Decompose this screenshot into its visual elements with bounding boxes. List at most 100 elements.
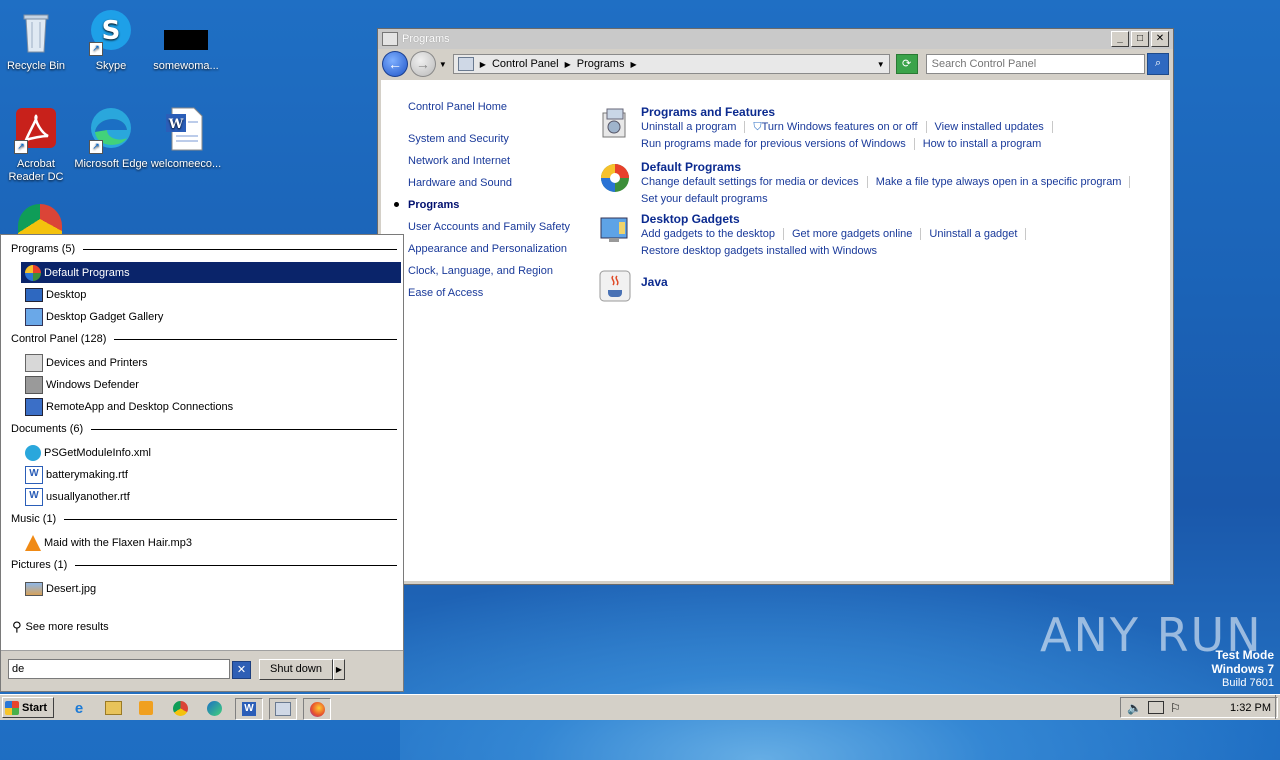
desktop-icon-acrobat[interactable]: ↗ Acrobat Reader DC <box>0 106 74 184</box>
nav-system-security[interactable]: System and Security <box>408 132 588 154</box>
shutdown-button[interactable]: Shut down <box>259 659 333 680</box>
result-maid-flaxen-hair[interactable]: Maid with the Flaxen Hair.mp3 <box>21 532 401 553</box>
section-control-panel: Control Panel (128) <box>11 333 397 345</box>
category-title[interactable]: Desktop Gadgets <box>641 212 1034 226</box>
nav-user-accounts[interactable]: User Accounts and Family Safety <box>408 220 588 242</box>
link-uninstall-gadget[interactable]: Uninstall a gadget <box>929 228 1027 240</box>
result-gadget-gallery[interactable]: Desktop Gadget Gallery <box>21 306 401 327</box>
section-documents: Documents (6) <box>11 423 397 435</box>
shortcut-arrow-icon: ↗ <box>89 140 103 154</box>
shutdown-options-icon[interactable]: ▶ <box>333 659 345 680</box>
nav-ease-of-access[interactable]: Ease of Access <box>408 286 588 308</box>
category-desktop-gadgets: Desktop Gadgets Add gadgets to the deskt… <box>599 212 1034 260</box>
result-desktop[interactable]: Desktop <box>21 284 401 305</box>
address-dropdown-icon[interactable]: ▼ <box>877 60 885 69</box>
link-restore-gadgets[interactable]: Restore desktop gadgets installed with W… <box>641 245 885 257</box>
link-set-defaults[interactable]: Set your default programs <box>641 193 776 205</box>
chevron-right-icon[interactable]: ▶ <box>630 60 636 69</box>
desktop-icon-label: Recycle Bin <box>6 60 66 72</box>
nav-control-panel-home[interactable]: Control Panel Home <box>408 100 588 122</box>
printer-icon <box>25 353 43 372</box>
explorer-folder-icon[interactable] <box>100 698 126 718</box>
desktop-icon-skype[interactable]: S ↗ Skype <box>73 8 149 73</box>
result-remoteapp[interactable]: RemoteApp and Desktop Connections <box>21 396 401 417</box>
result-batterymaking[interactable]: W batterymaking.rtf <box>21 464 401 485</box>
maximize-button[interactable]: □ <box>1131 31 1149 47</box>
forward-button[interactable]: → <box>409 51 436 77</box>
result-label: Desert.jpg <box>46 582 97 595</box>
link-how-to-install[interactable]: How to install a program <box>923 138 1050 150</box>
link-file-type[interactable]: Make a file type always open in a specif… <box>875 176 1131 188</box>
nav-network-internet[interactable]: Network and Internet <box>408 154 588 176</box>
desktop-icon-edge[interactable]: ↗ Microsoft Edge <box>73 106 149 171</box>
link-run-older-programs[interactable]: Run programs made for previous versions … <box>641 138 915 150</box>
desktop-icon-recycle-bin[interactable]: Recycle Bin <box>0 8 74 73</box>
close-button[interactable]: ✕ <box>1151 31 1169 47</box>
media-player-icon[interactable] <box>133 698 159 718</box>
section-title: Control Panel (128) <box>11 333 107 345</box>
show-desktop-button[interactable] <box>1275 695 1280 719</box>
see-more-results[interactable]: ⚲ See more results <box>12 619 109 635</box>
java-icon <box>599 270 631 302</box>
start-search-input[interactable] <box>8 659 230 679</box>
result-usuallyanother[interactable]: W usuallyanother.rtf <box>21 486 401 507</box>
edge-icon[interactable] <box>201 698 227 718</box>
link-add-gadgets[interactable]: Add gadgets to the desktop <box>641 228 784 240</box>
test-mode-notice: Test Mode Windows 7 Build 7601 <box>1211 648 1274 690</box>
word-taskbar-icon[interactable]: W <box>235 698 263 720</box>
result-windows-defender[interactable]: Windows Defender <box>21 374 401 395</box>
network-icon[interactable] <box>1147 701 1164 714</box>
category-title[interactable]: Programs and Features <box>641 105 1061 119</box>
desktop-icon-label: Acrobat Reader DC <box>8 158 64 183</box>
nav-programs[interactable]: Programs <box>394 198 588 220</box>
word-doc-icon: W <box>25 487 43 506</box>
chrome-icon-partial[interactable] <box>18 204 62 234</box>
nav-hardware-sound[interactable]: Hardware and Sound <box>408 176 588 198</box>
link-view-updates[interactable]: View installed updates <box>934 121 1053 133</box>
ie-icon[interactable]: e <box>66 698 92 718</box>
control-panel-taskbar-icon[interactable] <box>269 698 297 720</box>
section-programs: Programs (5) <box>11 243 397 255</box>
link-more-gadgets[interactable]: Get more gadgets online <box>791 228 922 240</box>
result-desert-jpg[interactable]: Desert.jpg <box>21 578 401 599</box>
back-button[interactable]: ← <box>382 51 408 77</box>
address-bar[interactable]: ▶ Control Panel ▶ Programs ▶ ▼ <box>452 54 890 74</box>
chevron-right-icon[interactable]: ▶ <box>565 60 571 69</box>
start-button[interactable]: Start <box>2 697 54 718</box>
default-programs-icon <box>599 162 631 194</box>
word-doc-icon: W <box>162 106 210 154</box>
category-title[interactable]: Default Programs <box>641 160 1138 174</box>
search-icon: ⚲ <box>12 619 22 634</box>
refresh-button[interactable]: ⟳ <box>895 54 918 74</box>
shield-icon: ⛉ <box>753 121 762 133</box>
link-turn-features[interactable]: Turn Windows features on or off <box>761 121 927 133</box>
title-bar[interactable]: Programs _ □ ✕ <box>378 29 1173 49</box>
desktop-icon-welcome-doc[interactable]: W welcomeeco... <box>148 106 224 171</box>
volume-icon[interactable]: 🔈 <box>1127 701 1142 715</box>
firefox-icon[interactable] <box>303 698 331 720</box>
link-change-defaults[interactable]: Change default settings for media or dev… <box>641 176 868 188</box>
category-title[interactable]: Java <box>641 275 668 289</box>
nav-clock-language[interactable]: Clock, Language, and Region <box>408 264 588 286</box>
chevron-right-icon[interactable]: ▶ <box>480 60 486 69</box>
result-psgetmoduleinfo[interactable]: PSGetModuleInfo.xml <box>21 442 401 463</box>
desktop-icon <box>25 287 43 302</box>
recent-pages-dropdown-icon[interactable]: ▼ <box>439 60 447 69</box>
minimize-button[interactable]: _ <box>1111 31 1129 47</box>
result-default-programs[interactable]: Default Programs <box>21 262 401 283</box>
breadcrumb-programs[interactable]: Programs <box>577 58 625 70</box>
chrome-icon[interactable] <box>167 698 193 718</box>
clear-search-icon[interactable]: ✕ <box>232 661 251 679</box>
gadget-gallery-icon <box>25 307 43 326</box>
result-devices-printers[interactable]: Devices and Printers <box>21 352 401 373</box>
edge-file-icon <box>25 444 41 461</box>
link-uninstall-program[interactable]: Uninstall a program <box>641 121 746 133</box>
desktop-icon-somewoman[interactable]: somewoma... <box>148 8 224 73</box>
clock[interactable]: 1:32 PM <box>1230 702 1271 714</box>
default-programs-icon <box>25 264 41 281</box>
nav-appearance[interactable]: Appearance and Personalization <box>408 242 588 264</box>
search-input[interactable] <box>925 54 1146 74</box>
search-icon[interactable]: ⌕ <box>1147 53 1170 75</box>
breadcrumb-control-panel[interactable]: Control Panel <box>492 58 559 70</box>
action-center-flag-icon[interactable]: ⚐ <box>1170 701 1181 715</box>
